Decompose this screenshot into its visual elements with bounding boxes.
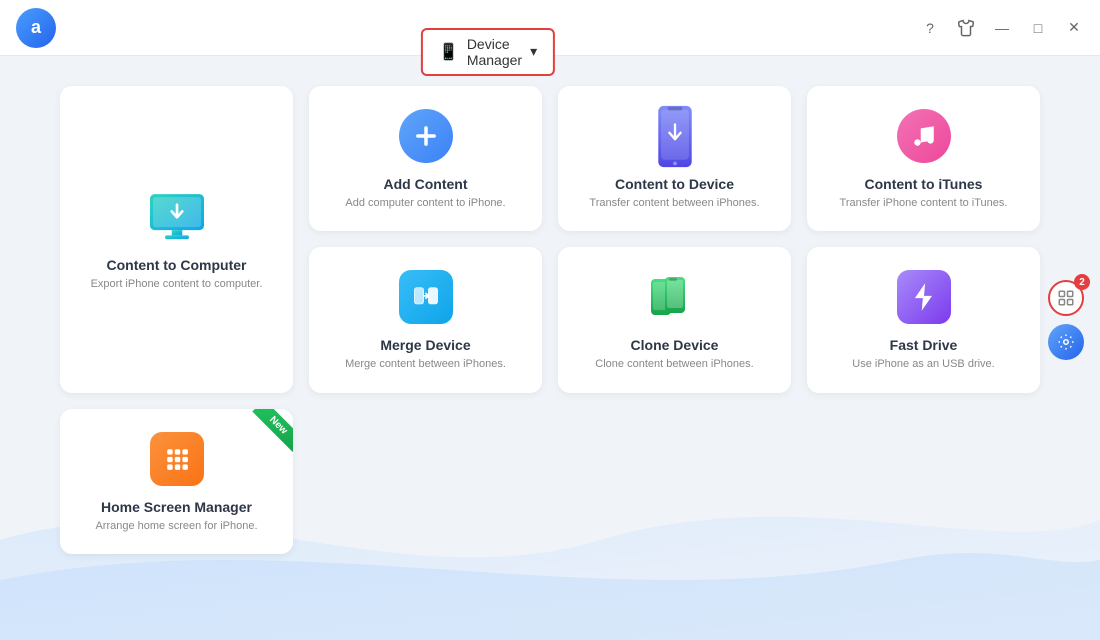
help-button[interactable]: ? — [920, 18, 940, 38]
title-bar: a 1 📱 Device Manager ▾ ? — □ ✕ — [0, 0, 1100, 56]
merge-device-icon — [396, 267, 456, 327]
phone-icon: 📱 — [439, 42, 459, 62]
minimize-button[interactable]: — — [992, 18, 1012, 38]
content-to-device-icon — [645, 106, 705, 166]
tool-button[interactable] — [1048, 324, 1084, 360]
badge-2: 2 — [1074, 274, 1090, 290]
card-title: Content to iTunes — [865, 176, 983, 192]
card-clone-device[interactable]: Clone Device Clone content between iPhon… — [558, 247, 791, 392]
card-title: Content to Device — [615, 176, 734, 192]
card-title: Fast Drive — [890, 337, 958, 353]
card-desc: Transfer content between iPhones. — [589, 196, 759, 211]
card-home-screen-manager[interactable]: New Home Screen Manager Arrange hom — [60, 409, 293, 554]
card-desc: Use iPhone as an USB drive. — [852, 357, 994, 372]
shirt-icon[interactable] — [956, 18, 976, 38]
home-screen-manager-icon — [147, 429, 207, 489]
card-title: Add Content — [384, 176, 468, 192]
card-title: Home Screen Manager — [101, 499, 252, 515]
card-content-to-device[interactable]: Content to Device Transfer content betwe… — [558, 86, 791, 231]
fast-drive-icon — [894, 267, 954, 327]
main-content: Content to Computer Export iPhone conten… — [0, 56, 1100, 584]
title-bar-left: a — [16, 8, 56, 48]
card-desc: Clone content between iPhones. — [595, 357, 753, 372]
card-title: Content to Computer — [107, 257, 247, 273]
card-desc: Arrange home screen for iPhone. — [95, 519, 257, 534]
device-manager-label: Device Manager — [467, 36, 522, 68]
card-fast-drive[interactable]: Fast Drive Use iPhone as an USB drive. — [807, 247, 1040, 392]
card-desc: Transfer iPhone content to iTunes. — [840, 196, 1008, 211]
card-desc: Export iPhone content to computer. — [91, 277, 263, 292]
content-to-computer-icon — [147, 187, 207, 247]
title-bar-right: ? — □ ✕ — [920, 18, 1084, 38]
card-add-content[interactable]: Add Content Add computer content to iPho… — [309, 86, 542, 231]
right-sidebar: 2 — [1048, 280, 1084, 360]
clone-device-icon — [645, 267, 705, 327]
card-merge-device[interactable]: Merge Device Merge content between iPhon… — [309, 247, 542, 392]
device-manager-button[interactable]: 📱 Device Manager ▾ — [421, 28, 555, 76]
maximize-button[interactable]: □ — [1028, 18, 1048, 38]
card-content-to-computer[interactable]: Content to Computer Export iPhone conten… — [60, 86, 293, 393]
card-content-to-itunes[interactable]: Content to iTunes Transfer iPhone conten… — [807, 86, 1040, 231]
add-content-icon — [396, 106, 456, 166]
card-title: Merge Device — [380, 337, 470, 353]
logo: a — [16, 8, 56, 48]
card-desc: Add computer content to iPhone. — [345, 196, 505, 211]
chevron-down-icon: ▾ — [530, 43, 537, 60]
new-badge: New — [237, 409, 293, 465]
grid-button-wrapper: 2 — [1048, 280, 1084, 316]
card-title: Clone Device — [631, 337, 719, 353]
content-to-itunes-icon — [894, 106, 954, 166]
close-button[interactable]: ✕ — [1064, 18, 1084, 38]
card-desc: Merge content between iPhones. — [345, 357, 506, 372]
